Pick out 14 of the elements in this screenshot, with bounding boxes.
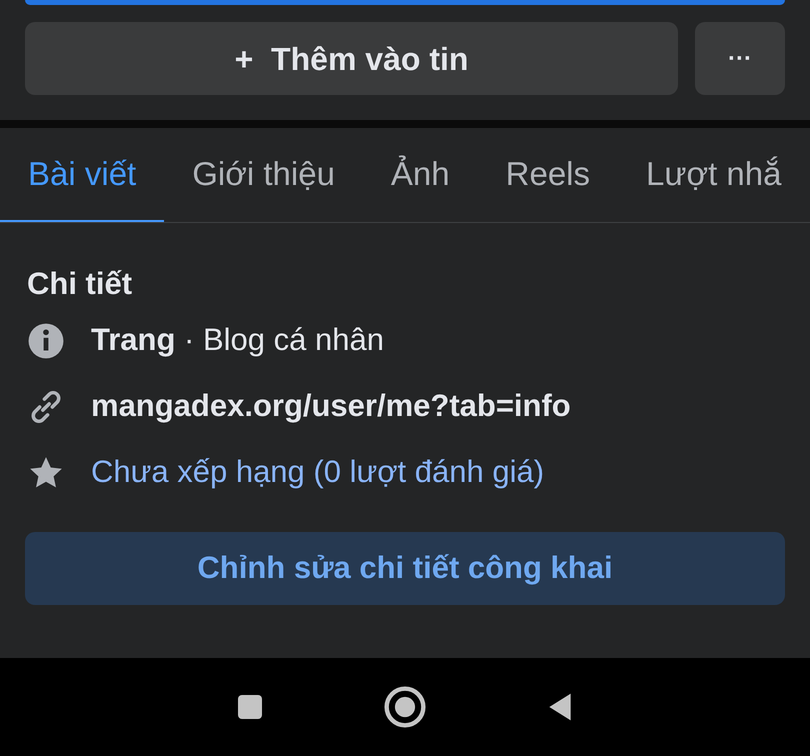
tab[interactable]: Lượt nhắ — [618, 128, 810, 222]
more-button[interactable]: ··· — [695, 22, 785, 95]
tab[interactable]: Giới thiệu — [164, 128, 363, 222]
rating-link[interactable]: Chưa xếp hạng (0 lượt đánh giá) — [91, 449, 544, 496]
home-icon[interactable] — [382, 685, 427, 729]
website-link[interactable]: mangadex.org/user/me?tab=info — [91, 383, 571, 430]
tab[interactable]: Ảnh — [362, 128, 478, 222]
section-title: Chi tiết — [27, 265, 134, 303]
edit-details-button[interactable]: Chỉnh sửa chi tiết công khai — [25, 532, 785, 604]
detail-text: Trang · Blog cá nhân — [91, 321, 384, 360]
info-icon — [27, 322, 65, 360]
add-to-story-button[interactable]: + Thêm vào tin — [25, 22, 678, 95]
tab[interactable]: Bài viết — [0, 128, 164, 222]
tab[interactable]: Reels — [478, 128, 618, 222]
